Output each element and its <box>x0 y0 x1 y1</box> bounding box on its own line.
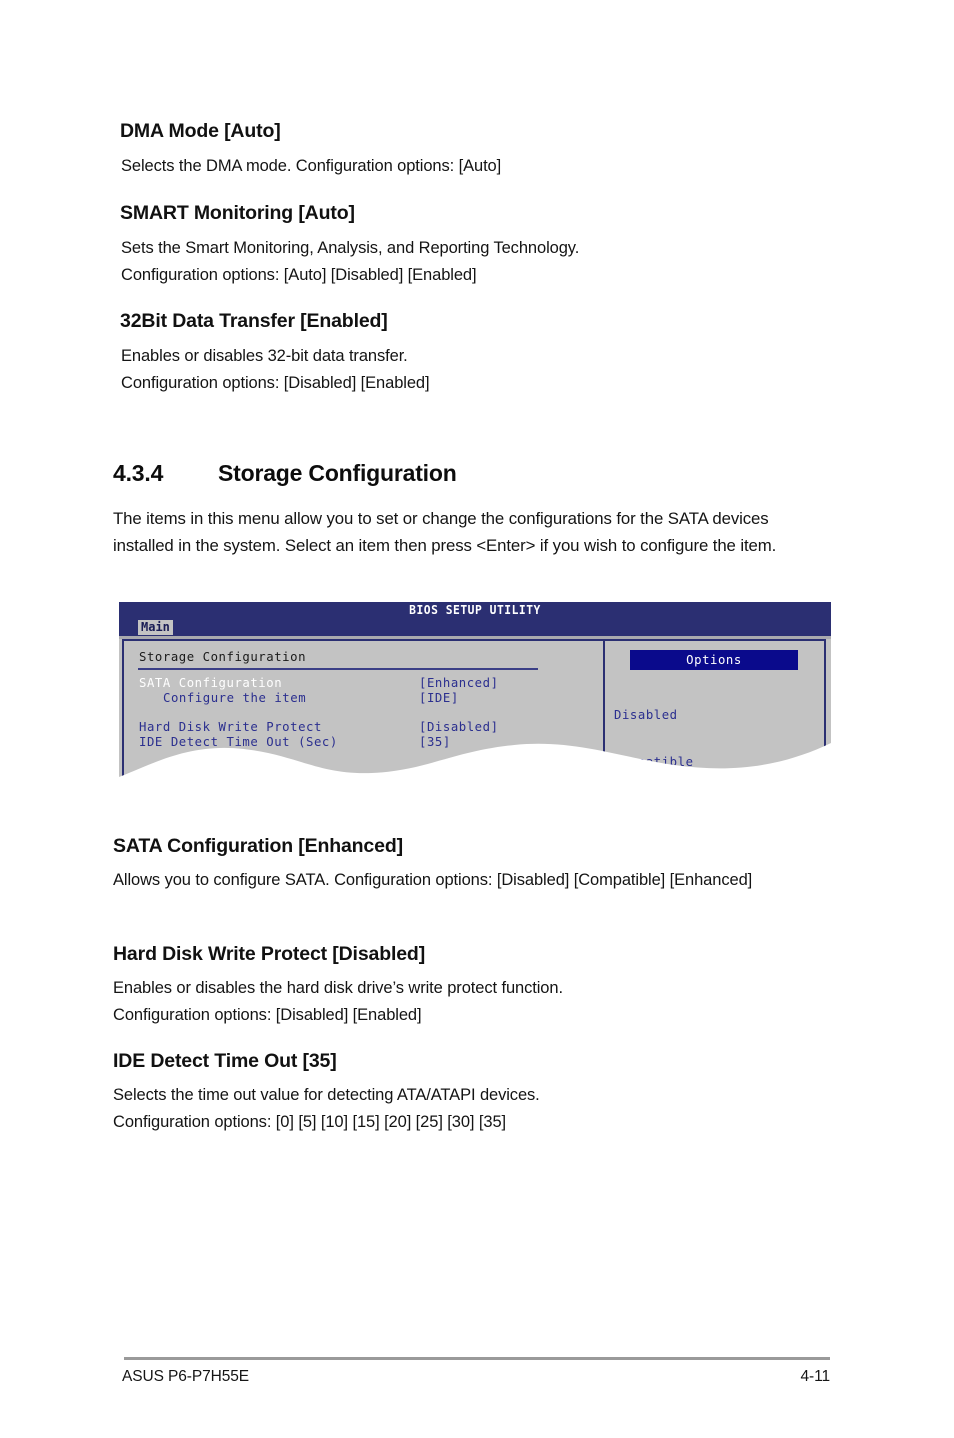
item-32bit-data-transfer: 32Bit Data Transfer [Enabled] Enables or… <box>120 310 820 397</box>
bios-row[interactable]: Configure the item [IDE] <box>119 691 603 706</box>
bios-row-value: [Enhanced] <box>419 676 499 690</box>
section-number: 4.3.4 <box>113 460 164 486</box>
item-title: IDE Detect Time Out [35] <box>113 1050 337 1072</box>
item-title: DMA Mode [Auto] <box>120 120 281 142</box>
section-title: Storage Configuration <box>218 460 457 486</box>
item-description: Enables or disables 32-bit data transfer… <box>121 347 430 393</box>
footer-product-name: ASUS P6-P7H55E <box>122 1368 249 1385</box>
item-ide-detect-time-out: IDE Detect Time Out [35] Selects the tim… <box>113 1050 813 1136</box>
bios-section-rule <box>138 668 538 670</box>
bios-section-heading: Storage Configuration <box>139 650 307 664</box>
section-intro-paragraph: The items in this menu allow you to set … <box>113 509 777 556</box>
bios-options-header: Options <box>630 650 798 670</box>
bios-panel-divider <box>603 639 605 780</box>
item-title: SMART Monitoring [Auto] <box>120 202 355 224</box>
item-description: Selects the DMA mode. Configuration opti… <box>121 157 502 176</box>
item-description: Selects the time out value for detecting… <box>113 1086 540 1132</box>
item-hard-disk-write-protect: Hard Disk Write Protect [Disabled] Enabl… <box>113 943 813 1029</box>
item-description: Sets the Smart Monitoring, Analysis, and… <box>121 239 580 285</box>
bios-row[interactable]: SATA Configuration [Enhanced] <box>119 676 603 691</box>
bios-option-item[interactable]: Compatible <box>614 755 694 771</box>
bios-options-list: Disabled Compatible Enhanced <box>614 677 694 848</box>
bios-row-value: [IDE] <box>419 691 459 705</box>
section-heading: 4.3.4 Storage Configuration <box>113 460 833 487</box>
bios-row-label: Configure the item <box>163 691 307 705</box>
item-sata-configuration: SATA Configuration [Enhanced] Allows you… <box>113 835 813 894</box>
bios-row-label: Hard Disk Write Protect <box>139 720 322 734</box>
footer-divider <box>124 1357 830 1360</box>
item-title: Hard Disk Write Protect [Disabled] <box>113 943 426 965</box>
bios-tab-row: Main <box>119 619 831 636</box>
document-page: DMA Mode [Auto] Selects the DMA mode. Co… <box>0 0 954 1438</box>
bios-row[interactable]: Hard Disk Write Protect [Disabled] <box>119 720 603 735</box>
bios-row-value: [35] <box>419 735 451 749</box>
bios-title: BIOS SETUP UTILITY <box>409 603 541 617</box>
bios-row[interactable]: IDE Detect Time Out (Sec) [35] <box>119 735 603 750</box>
item-description: Allows you to configure SATA. Configurat… <box>113 871 753 890</box>
bios-row-label: IDE Detect Time Out (Sec) <box>139 735 338 749</box>
bios-row-label: SATA Configuration <box>139 676 283 690</box>
item-dma-mode: DMA Mode [Auto] Selects the DMA mode. Co… <box>120 120 820 180</box>
bios-body: Storage Configuration SATA Configuration… <box>119 639 831 815</box>
item-smart-monitoring: SMART Monitoring [Auto] Sets the Smart M… <box>120 202 820 289</box>
bios-tab-main[interactable]: Main <box>138 620 173 635</box>
item-title: SATA Configuration [Enhanced] <box>113 835 403 857</box>
bios-setup-screenshot: BIOS SETUP UTILITY Main Storage Configur… <box>119 602 831 815</box>
item-description: Enables or disables the hard disk drive’… <box>113 979 563 1025</box>
bios-row-value: [Disabled] <box>419 720 499 734</box>
bios-option-item[interactable]: Disabled <box>614 708 694 724</box>
footer-page-number: 4-11 <box>800 1368 831 1385</box>
item-title: 32Bit Data Transfer [Enabled] <box>120 310 388 332</box>
bios-option-item[interactable]: Enhanced <box>614 801 694 817</box>
